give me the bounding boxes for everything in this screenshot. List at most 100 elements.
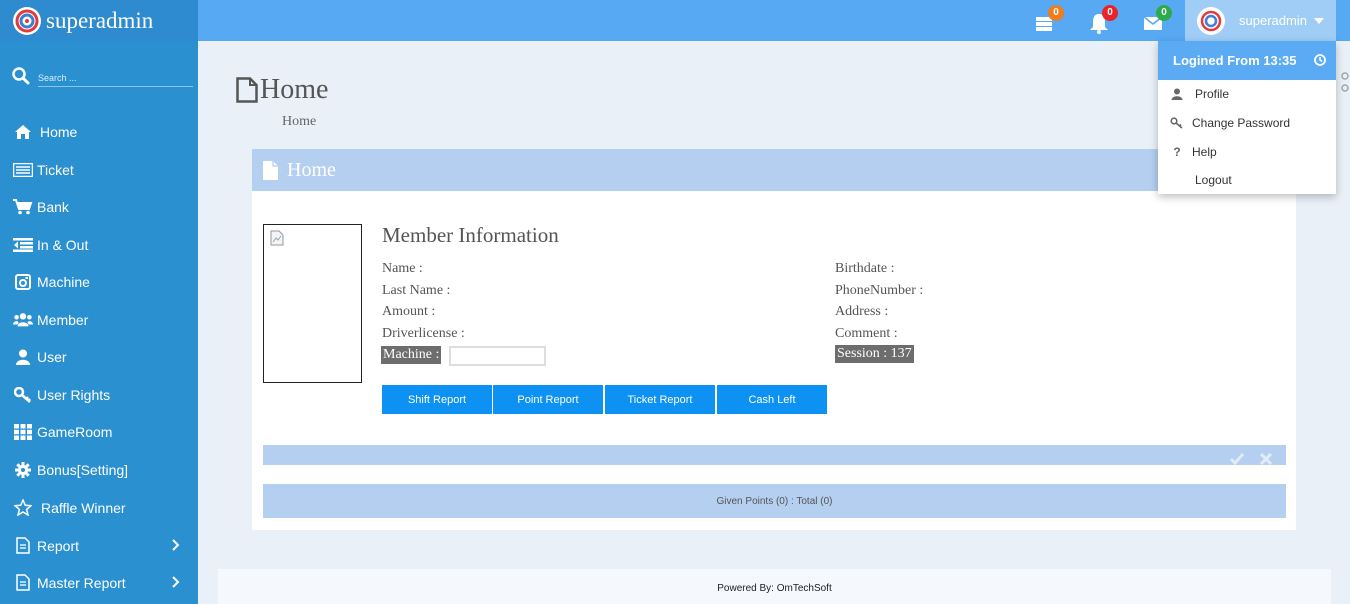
- member-info-title: Member Information: [382, 223, 559, 247]
- sidebar-item-report[interactable]: Report: [0, 527, 198, 564]
- shift-report-button[interactable]: Shift Report: [382, 385, 492, 414]
- driverlicense-label: Driverlicense :: [382, 326, 465, 341]
- cash-left-button[interactable]: Cash Left: [717, 385, 827, 414]
- sidebar-item-home[interactable]: Home: [0, 113, 198, 150]
- sidebar-item-label: Raffle Winner: [41, 499, 126, 516]
- sidebar-item-in-out[interactable]: In & Out: [0, 226, 198, 263]
- sidebar-item-label: Ticket: [37, 161, 74, 178]
- last-name-label: Last Name :: [382, 283, 451, 298]
- ticket-icon: [13, 161, 33, 179]
- tasks-button[interactable]: 0: [1032, 5, 1064, 34]
- search-icon[interactable]: [12, 67, 30, 85]
- phone-number-label: PhoneNumber :: [835, 283, 924, 298]
- panel-header: Home: [252, 149, 1296, 191]
- change-password-menu-item[interactable]: Change Password: [1158, 110, 1336, 136]
- name-label: Name :: [382, 261, 423, 276]
- sidebar-item-master-report[interactable]: Master Report: [0, 564, 198, 601]
- star-icon: [13, 499, 33, 517]
- user-icon: [1169, 88, 1185, 100]
- sidebar-item-label: Machine: [37, 273, 90, 290]
- sidebar-item-bank[interactable]: Bank: [0, 188, 198, 225]
- chevron-right-icon: [172, 539, 180, 551]
- footer-text: Powered By: OmTechSoft: [717, 583, 832, 594]
- brand-name: superadmin: [46, 7, 154, 33]
- file-icon: [13, 537, 33, 555]
- file-icon: [263, 160, 278, 180]
- sidebar-item-user[interactable]: User: [0, 338, 198, 375]
- sidebar-item-member[interactable]: Member: [0, 301, 198, 338]
- messages-badge: 0: [1156, 5, 1172, 21]
- logout-label: Logout: [1195, 173, 1232, 187]
- profile-menu-item[interactable]: Profile: [1158, 81, 1336, 107]
- alerts-button[interactable]: 0: [1086, 5, 1118, 34]
- sidebar-item-ticket[interactable]: Ticket: [0, 151, 198, 188]
- cart-icon: [13, 198, 33, 216]
- machine-icon: [13, 273, 33, 291]
- tasks-badge: 0: [1048, 5, 1064, 21]
- user-menu-button[interactable]: superadmin: [1185, 0, 1336, 41]
- sidebar-item-label: Bank: [37, 198, 69, 215]
- sidebar-item-label: Home: [40, 123, 78, 140]
- sidebar-item-label: In & Out: [37, 236, 89, 253]
- change-password-label: Change Password: [1192, 116, 1291, 130]
- avatar-logo-icon: [1200, 10, 1222, 31]
- sidebar-item-machine[interactable]: Machine: [0, 263, 198, 300]
- footer: Powered By: OmTechSoft: [218, 569, 1331, 604]
- key-icon: [13, 386, 33, 404]
- top-bar: superadmin 0 0 0 superadmin: [0, 0, 1350, 41]
- user-icon: [13, 348, 33, 366]
- machine-input[interactable]: [449, 346, 546, 366]
- key-icon: [1169, 117, 1185, 129]
- clock-icon: [1314, 54, 1326, 66]
- members-icon: [13, 311, 33, 329]
- help-menu-item[interactable]: ? Help: [1158, 139, 1336, 165]
- settings-gear-icon[interactable]: [1336, 70, 1350, 94]
- close-icon[interactable]: [1260, 453, 1272, 465]
- points-toolbar: [263, 445, 1286, 465]
- panel-title: Home: [287, 158, 336, 181]
- sidebar-item-user-rights[interactable]: User Rights: [0, 376, 198, 413]
- points-summary: Given Points (0) : Total (0): [263, 484, 1286, 518]
- chevron-right-icon: [172, 576, 180, 588]
- amount-label: Amount :: [382, 304, 436, 319]
- profile-label: Profile: [1195, 87, 1230, 101]
- sidebar-item-label: User: [37, 348, 67, 365]
- home-panel: Home Member Information Name : Last Name…: [252, 149, 1296, 530]
- page-title: Home: [236, 74, 328, 106]
- avatar: [1197, 6, 1225, 35]
- sidebar-item-label: Member: [37, 311, 89, 328]
- in-out-icon: [13, 236, 33, 254]
- alerts-badge: 0: [1102, 5, 1118, 21]
- caret-down-icon: [1313, 17, 1324, 24]
- sidebar-item-bonus-setting[interactable]: Bonus[Setting]: [0, 451, 198, 488]
- sidebar-item-label: Master Report: [37, 574, 126, 591]
- machine-label: Machine :: [381, 346, 442, 364]
- help-label: Help: [1192, 145, 1217, 159]
- sidebar-item-label: GameRoom: [37, 423, 113, 440]
- address-label: Address :: [835, 304, 889, 319]
- login-info-text: Logined From 13:35: [1173, 53, 1297, 68]
- breadcrumb[interactable]: Home: [282, 114, 316, 130]
- birthdate-label: Birthdate :: [835, 261, 895, 276]
- check-icon[interactable]: [1230, 453, 1244, 465]
- home-icon: [13, 123, 33, 141]
- logout-menu-item[interactable]: Logout: [1158, 167, 1336, 193]
- page-title-text: Home: [260, 74, 329, 105]
- point-report-button[interactable]: Point Report: [493, 385, 603, 414]
- file-icon: [13, 574, 33, 592]
- gear-icon: [13, 461, 33, 479]
- sidebar-item-label: Report: [37, 537, 80, 554]
- sidebar-item-raffle-winner[interactable]: Raffle Winner: [0, 489, 198, 526]
- messages-button[interactable]: 0: [1140, 5, 1172, 34]
- question-icon: ?: [1173, 145, 1181, 159]
- search-input[interactable]: [38, 69, 193, 87]
- login-info-header: Logined From 13:35: [1158, 41, 1336, 80]
- sidebar-item-gameroom[interactable]: GameRoom: [0, 413, 198, 450]
- grid-icon: [13, 423, 33, 441]
- session-badge: Session : 137: [835, 345, 914, 363]
- ticket-report-button[interactable]: Ticket Report: [605, 385, 715, 414]
- sidebar-search: [12, 65, 193, 87]
- brand[interactable]: superadmin: [0, 0, 198, 41]
- file-icon: [236, 77, 258, 103]
- comment-label: Comment :: [835, 326, 898, 341]
